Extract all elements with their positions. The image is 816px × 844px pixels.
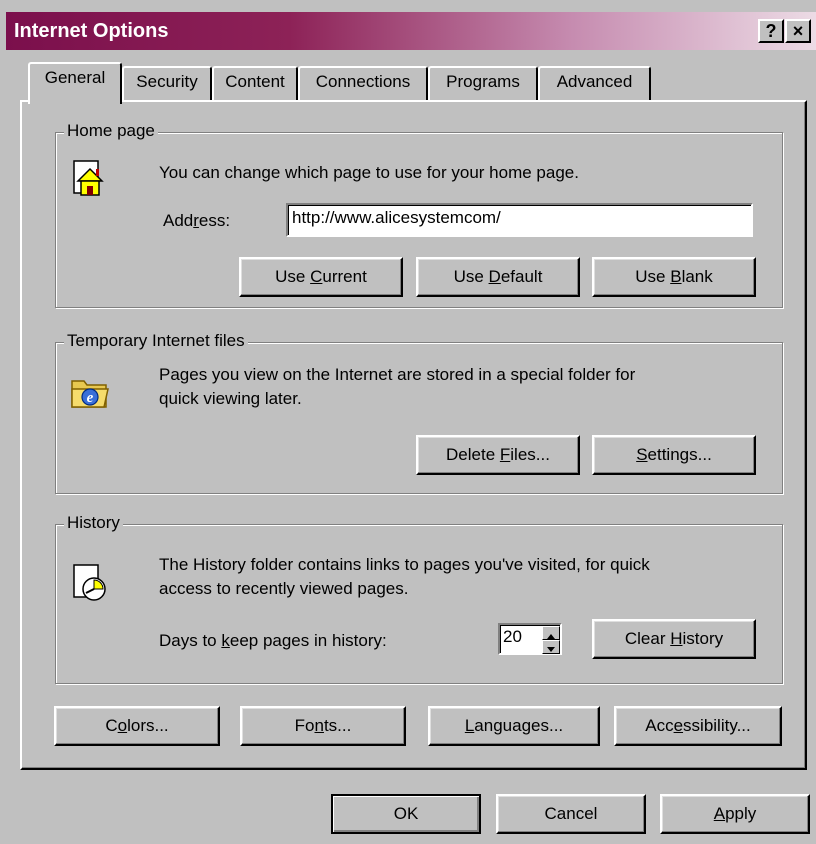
languages-button[interactable]: Languages... — [428, 706, 600, 746]
tab-advanced[interactable]: Advanced — [538, 66, 651, 100]
temporary-files-description-line2: quick viewing later. — [159, 389, 302, 408]
history-description-line1: The History folder contains links to pag… — [159, 555, 650, 574]
address-value: http://www.alicesystemcom/ — [292, 208, 501, 227]
home-page-group: Home page You can change which page to u… — [55, 121, 783, 308]
tab-programs[interactable]: Programs — [428, 66, 538, 100]
days-to-keep-spinner[interactable]: 20 — [498, 623, 562, 655]
address-field[interactable]: http://www.alicesystemcom/ — [286, 203, 753, 237]
tab-connections[interactable]: Connections — [298, 66, 428, 100]
spinner-down-button[interactable] — [542, 640, 560, 654]
ok-button[interactable]: OK — [331, 794, 481, 834]
close-button[interactable]: × — [785, 19, 811, 43]
temporary-files-group: Temporary Internet files e Pages you vie… — [55, 331, 783, 494]
settings-button[interactable]: Settings... — [592, 435, 756, 475]
home-page-icon — [73, 160, 104, 196]
colors-button[interactable]: Colors... — [54, 706, 220, 746]
days-to-keep-label: Days to keep pages in history: — [159, 631, 387, 650]
svg-text:e: e — [87, 390, 94, 406]
tab-security[interactable]: Security — [122, 66, 212, 100]
days-value: 20 — [503, 627, 522, 646]
tab-general[interactable]: General — [28, 62, 122, 104]
use-default-button[interactable]: Use Default — [416, 257, 580, 297]
fonts-button[interactable]: Fonts... — [240, 706, 406, 746]
cancel-button[interactable]: Cancel — [496, 794, 646, 834]
apply-button[interactable]: Apply — [660, 794, 810, 834]
help-button[interactable]: ? — [758, 19, 784, 43]
home-page-description: You can change which page to use for you… — [159, 163, 579, 182]
window-title: Internet Options — [14, 20, 169, 42]
accessibility-button[interactable]: Accessibility... — [614, 706, 782, 746]
history-icon — [73, 564, 106, 601]
title-bar[interactable]: Internet Options ? × — [6, 12, 816, 50]
history-description-line2: access to recently viewed pages. — [159, 579, 409, 598]
tab-content[interactable]: Content — [212, 66, 298, 100]
history-legend: History — [64, 513, 123, 533]
temporary-files-description-line1: Pages you view on the Internet are store… — [159, 365, 636, 384]
arrow-down-icon — [547, 647, 555, 652]
use-current-button[interactable]: Use Current — [239, 257, 403, 297]
home-page-legend: Home page — [64, 121, 158, 141]
address-label: Address: — [163, 211, 231, 230]
history-group: History The History folder contains link… — [55, 513, 783, 684]
ie-folder-icon: e — [71, 380, 109, 408]
clear-history-button[interactable]: Clear History — [592, 619, 756, 659]
use-blank-button[interactable]: Use Blank — [592, 257, 756, 297]
internet-options-window: Internet Options ? × General Security Co… — [0, 0, 816, 844]
delete-files-button[interactable]: Delete Files... — [416, 435, 580, 475]
general-tab-panel: Home page You can change which page to u… — [20, 100, 807, 770]
temporary-files-legend: Temporary Internet files — [64, 331, 248, 351]
spinner-up-button[interactable] — [542, 626, 560, 640]
